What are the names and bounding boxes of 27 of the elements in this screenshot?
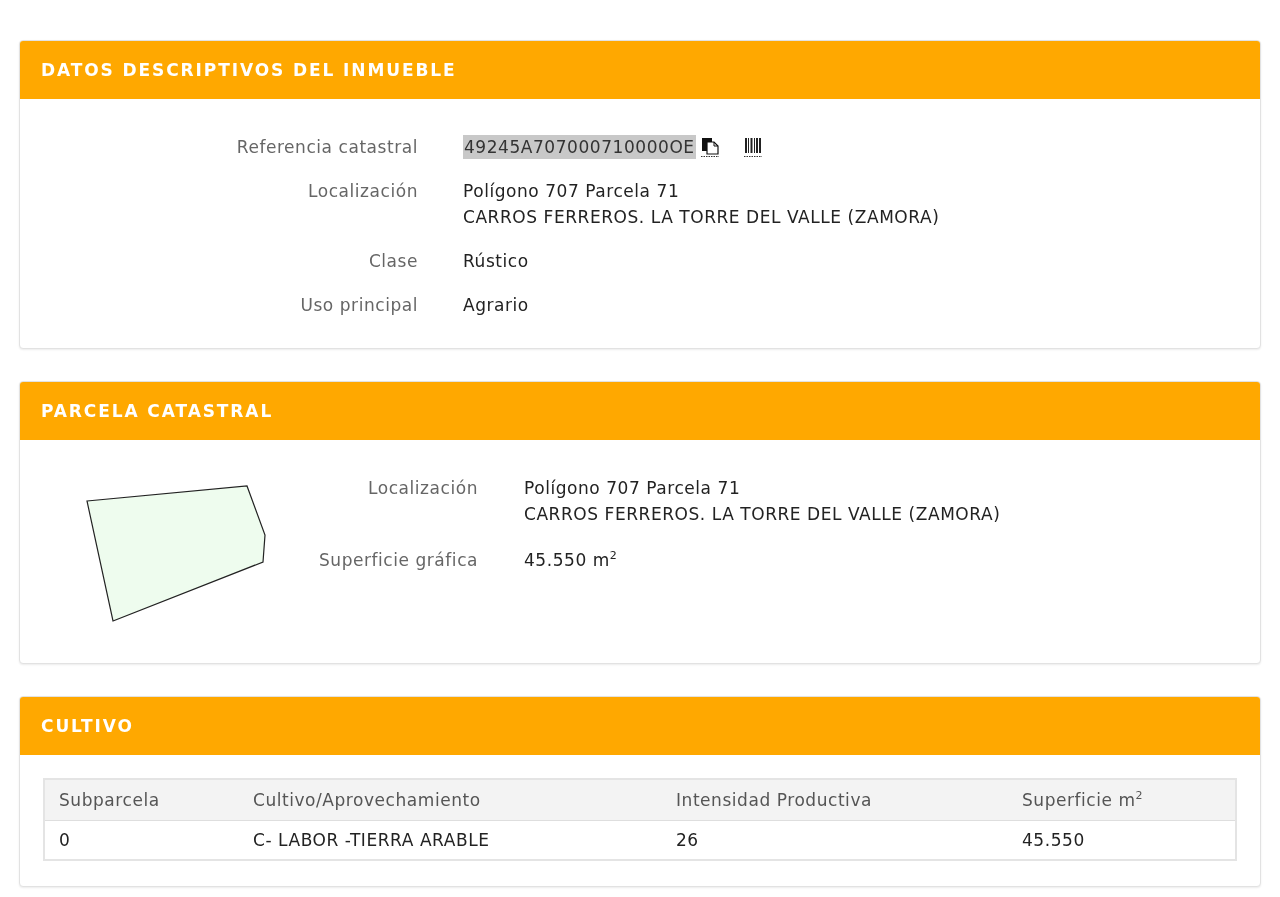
field-value: 45.550 m$^{2}$	[524, 548, 618, 572]
field-value: Rústico	[463, 250, 529, 273]
table-cell: 0	[44, 820, 239, 860]
copy-icon[interactable]	[700, 137, 719, 157]
field-value: CARROS FERREROS. LA TORRE DEL VALLE (ZAMORA)	[524, 503, 1001, 526]
panel-title: PARCELA CATASTRAL	[20, 382, 1260, 440]
reference-number: 49245A707000710000OE	[463, 135, 696, 159]
field-label: Referencia catastral	[235, 136, 418, 159]
field-value: Polígono 707 Parcela 71	[463, 180, 680, 203]
column-header: Superficie m$^{2}$	[1008, 779, 1236, 821]
column-header: Intensidad Productiva	[662, 779, 1008, 821]
field-value: Agrario	[463, 294, 529, 317]
field-label: Superficie gráfica	[318, 549, 478, 572]
column-header: Cultivo/Aprovechamiento	[239, 779, 662, 821]
table-cell: 45.550	[1008, 820, 1236, 860]
field-label: Localización	[307, 180, 418, 203]
field-value: Polígono 707 Parcela 71	[524, 477, 741, 500]
panel-title: DATOS DESCRIPTIVOS DEL INMUEBLE	[20, 41, 1260, 99]
field-label: Localización	[367, 477, 478, 500]
table-cell: 26	[662, 820, 1008, 860]
table-cell: C- LABOR -TIERRA ARABLE	[239, 820, 662, 860]
barcode-icon[interactable]	[743, 137, 762, 157]
panel-title: CULTIVO	[20, 697, 1260, 755]
field-label: Uso principal	[299, 294, 418, 317]
field-label: Clase	[367, 250, 418, 273]
column-header: Subparcela	[44, 779, 239, 821]
field-value: CARROS FERREROS. LA TORRE DEL VALLE (ZAMORA)	[463, 206, 940, 229]
